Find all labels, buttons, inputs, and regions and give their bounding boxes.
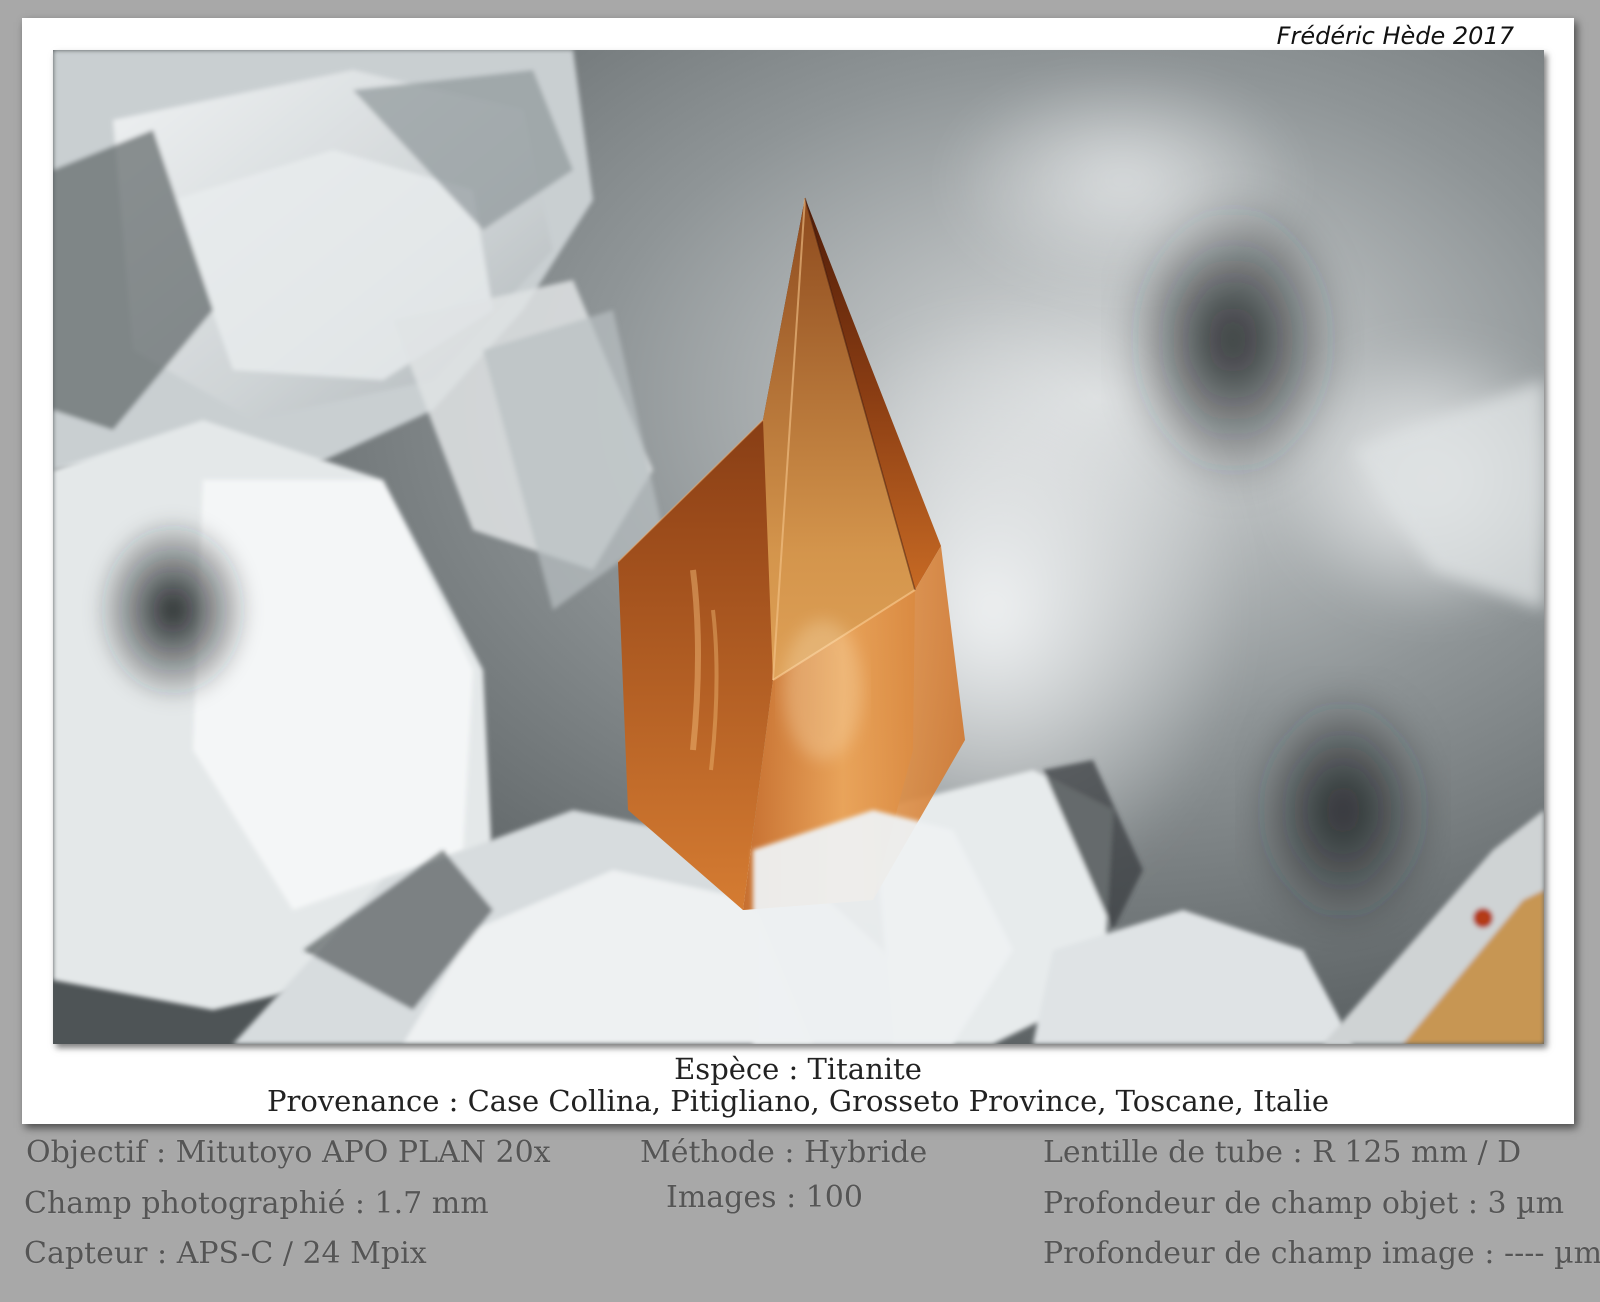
mineral-photo [53, 50, 1544, 1044]
photographer-signature: Frédéric Hède 2017 [1276, 22, 1514, 50]
photo-card: Frédéric Hède 2017 Espèce: Titanite Pro… [22, 18, 1574, 1124]
species-caption: Espèce : Titanite [674, 1052, 922, 1086]
method-info: Méthode : Hybride [640, 1135, 928, 1170]
tube-lens-info: Lentille de tube : R 125 mm / D [1043, 1135, 1522, 1170]
provenance-caption: Provenance : Case Collina, Pitigliano, G… [266, 1084, 1330, 1118]
sensor-info: Capteur : APS-C / 24 Mpix [24, 1236, 427, 1271]
image-depth-info: Profondeur de champ image : ---- µm [1043, 1236, 1600, 1271]
images-info: Images : 100 [666, 1180, 863, 1215]
objective-info: Objectif : Mitutoyo APO PLAN 20x [26, 1135, 551, 1170]
field-info: Champ photographié : 1.7 mm [24, 1186, 489, 1221]
object-depth-info: Profondeur de champ objet : 3 µm [1043, 1186, 1565, 1221]
titanite-crystal-image [53, 50, 1544, 1044]
